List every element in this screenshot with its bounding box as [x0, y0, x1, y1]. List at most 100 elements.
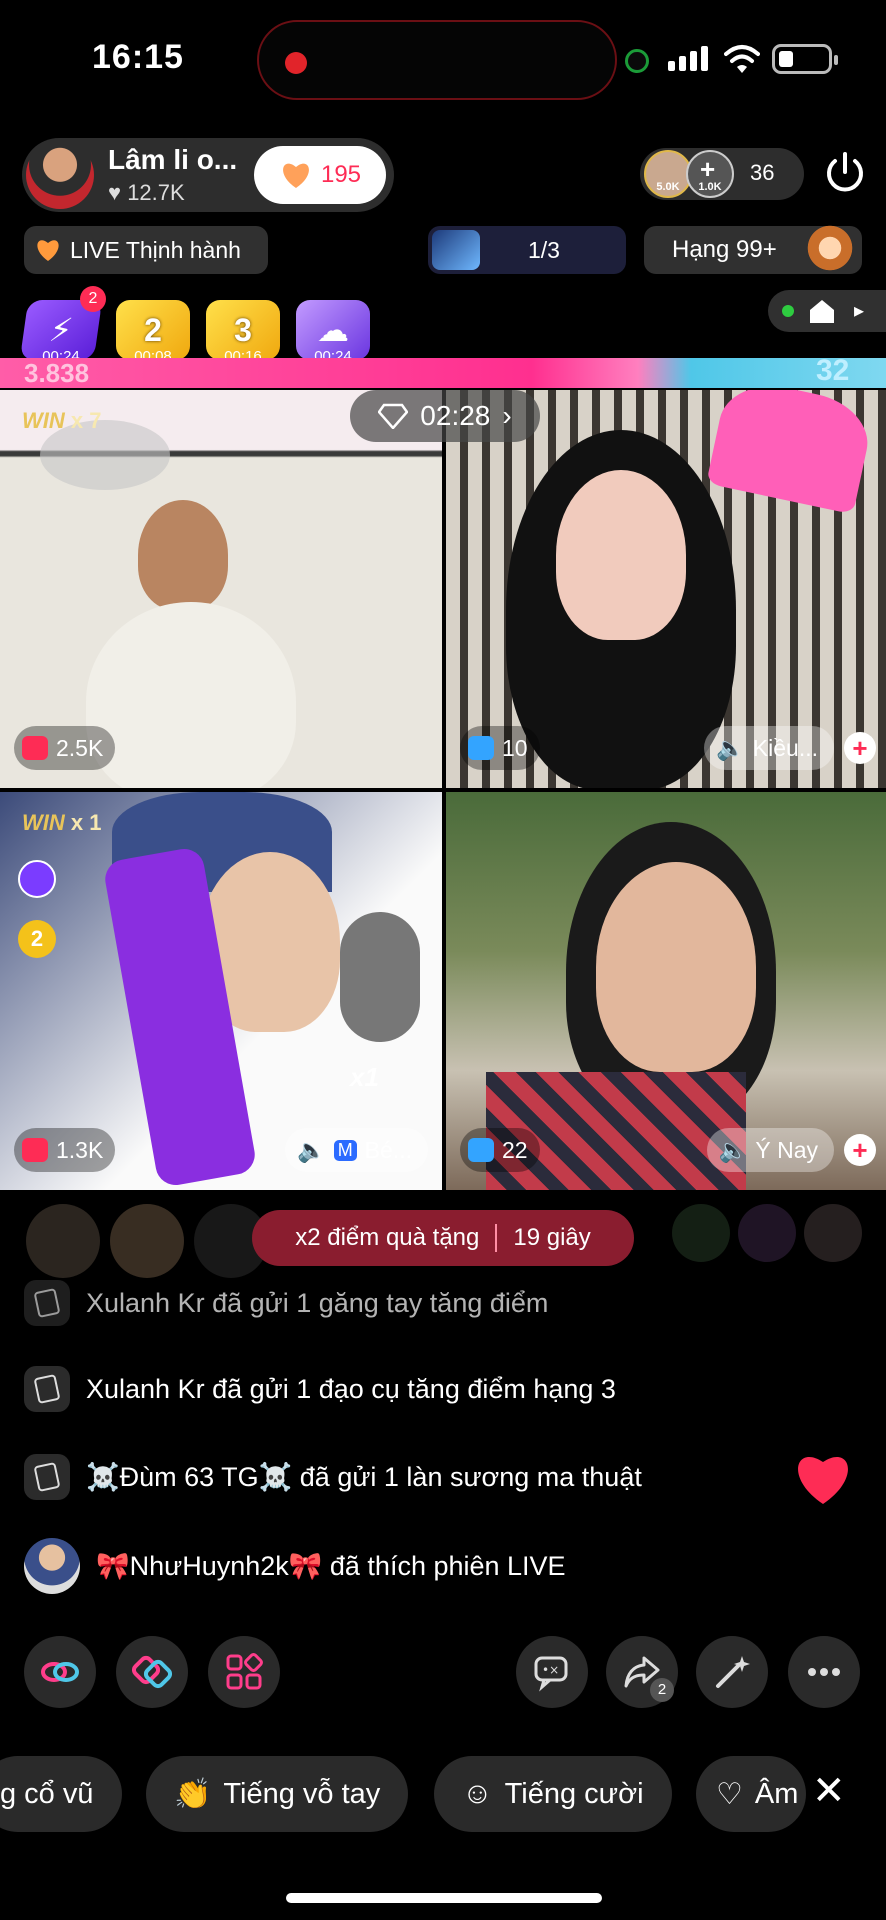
score-left: 3.838	[24, 358, 90, 388]
score-right: 32	[816, 354, 850, 387]
battle-timer[interactable]: 02:28 ›	[350, 390, 540, 442]
diamond-icon	[378, 403, 409, 429]
magic-wand-icon	[716, 1656, 750, 1688]
magic-card-icon	[24, 1454, 70, 1500]
guest-video-4[interactable]: 22 🔈 Ý Nay +	[446, 792, 886, 1190]
gift-icon	[22, 736, 48, 760]
top-viewer-avatar[interactable]: 5.0K	[644, 150, 692, 198]
guest-face	[138, 500, 228, 610]
battle-round-indicator[interactable]: 1/3	[428, 226, 626, 274]
top-gifter-avatar[interactable]	[804, 1204, 862, 1262]
add-guest-button[interactable]: +	[844, 1134, 876, 1166]
chat-message: ☠️Đùm 63 TG☠️ đã gửi 1 làn sương ma thuậ…	[24, 1454, 642, 1500]
top-gifter-avatar[interactable]	[110, 1204, 184, 1278]
wifi-icon	[724, 45, 760, 73]
divider	[495, 1224, 498, 1252]
host-likes: ♥ 12.7K	[108, 180, 185, 205]
guest-video-3[interactable]: 2 WIN x 1 x1 1.3K 🔈 M Bé...	[0, 792, 442, 1190]
follow-button[interactable]: 195	[254, 146, 386, 204]
guest-name-pill[interactable]: 🔈 Kiều...	[704, 726, 834, 770]
sound-chip-laugh[interactable]: ☺ Tiếng cười	[434, 1756, 672, 1832]
gift-multiplier: x1	[350, 1062, 379, 1092]
chat-bubble-icon: •×	[534, 1656, 568, 1692]
speaker-icon: 🔈	[718, 1136, 748, 1163]
effects-button[interactable]	[696, 1636, 768, 1708]
link-icon	[41, 1662, 79, 1682]
chat-user-avatar[interactable]	[24, 1538, 80, 1594]
multi-guest-button[interactable]	[24, 1636, 96, 1708]
magic-card-icon	[24, 1280, 70, 1326]
plus-icon: +	[700, 154, 716, 184]
orange-heart-icon	[283, 163, 309, 188]
clapping-hands-icon: 👏	[174, 1777, 212, 1811]
heart-outline-icon: ♡	[716, 1777, 743, 1811]
guest-face	[556, 470, 686, 640]
sound-chip-applause[interactable]: 👏 Tiếng vỗ tay	[146, 1756, 409, 1832]
more-dots-icon	[808, 1668, 840, 1676]
guest-gift-score[interactable]: 1.3K	[14, 1128, 116, 1172]
rank-medal-icon	[804, 222, 856, 274]
microphone	[340, 912, 420, 1042]
viewer-list[interactable]: 5.0K + 1.0K 36	[640, 148, 804, 200]
status-time: 16:15	[92, 38, 184, 76]
host-profile-card[interactable]: Lâm li o... ♥ 12.7K 195	[22, 138, 394, 212]
exit-power-icon[interactable]	[820, 148, 870, 198]
dynamic-island	[257, 20, 617, 100]
cellular-signal-icon	[668, 46, 708, 71]
chat-message: Xulanh Kr đã gửi 1 găng tay tăng điểm	[24, 1280, 548, 1326]
gift-icon	[468, 1138, 494, 1162]
match-button[interactable]	[116, 1636, 188, 1708]
grid-icon	[226, 1653, 263, 1690]
floating-heart-icon	[798, 1456, 848, 1504]
top-gifter-avatar[interactable]	[738, 1204, 796, 1262]
gift-icon	[22, 1138, 48, 1162]
guest-name-pill[interactable]: 🔈 Ý Nay	[706, 1128, 834, 1172]
chevron-right-icon: ›	[502, 400, 512, 431]
guest-video-1[interactable]: WIN x 7 2.5K	[0, 390, 442, 788]
guest-video-2[interactable]: 10 🔈 Kiều... +	[446, 390, 886, 788]
trending-live-tag[interactable]: LIVE Thịnh hành	[24, 226, 268, 274]
home-indicator[interactable]	[286, 1893, 602, 1903]
heart-icon	[37, 240, 59, 261]
add-guest-button[interactable]: +	[844, 732, 876, 764]
rank-2-badge-icon: 2	[18, 920, 56, 958]
follow-count: 195	[320, 161, 362, 188]
apps-button[interactable]	[208, 1636, 280, 1708]
win-streak: WIN x 1	[22, 810, 102, 835]
guest-shirt	[86, 602, 296, 788]
gift-boost-banner[interactable]: x2 điểm quà tặng 19 giây	[252, 1210, 634, 1266]
home-icon	[810, 300, 834, 323]
live-dot-icon	[782, 305, 794, 317]
top-gifter-avatar[interactable]	[672, 1204, 730, 1262]
share-button[interactable]: 2	[606, 1636, 678, 1708]
comment-mute-button[interactable]: •×	[516, 1636, 588, 1708]
battle-icon	[132, 1655, 172, 1689]
pink-bow	[706, 390, 876, 515]
recording-indicator	[285, 52, 307, 74]
svg-text:•×: •×	[542, 1663, 559, 1677]
mini-controls[interactable]: ▸	[768, 290, 886, 332]
sound-chip-more[interactable]: ♡ Âm	[696, 1756, 806, 1832]
guest-gift-score[interactable]: 22	[460, 1128, 540, 1172]
sound-chip-cheer[interactable]: g cổ vũ	[0, 1756, 122, 1832]
lightning-badge-icon	[18, 860, 56, 898]
guest-gift-score[interactable]: 2.5K	[14, 726, 116, 770]
more-options-button[interactable]	[788, 1636, 860, 1708]
guest-name-pill[interactable]: 🔈 M Bé...	[285, 1128, 428, 1172]
heart-icon: ♥	[108, 180, 122, 205]
battery-icon	[772, 44, 838, 74]
guest-gift-score[interactable]: 10	[460, 726, 540, 770]
gift-icon	[468, 736, 494, 760]
moderator-icon: M	[333, 1139, 357, 1161]
viewer-count: 36	[750, 160, 775, 185]
top-gifter-avatar[interactable]	[26, 1204, 100, 1278]
top-viewer-avatar[interactable]: + 1.0K	[686, 150, 734, 198]
ranking-pill[interactable]: Hạng 99+	[644, 222, 862, 274]
camera-in-use-indicator	[625, 49, 649, 73]
close-sound-bar-icon[interactable]: ✕	[812, 1768, 846, 1814]
speaker-icon: 🔈	[297, 1136, 326, 1163]
host-avatar[interactable]	[26, 141, 94, 209]
win-streak: WIN x 7	[22, 408, 102, 433]
speaker-icon: 🔈	[716, 734, 745, 761]
guest-face	[596, 862, 756, 1072]
